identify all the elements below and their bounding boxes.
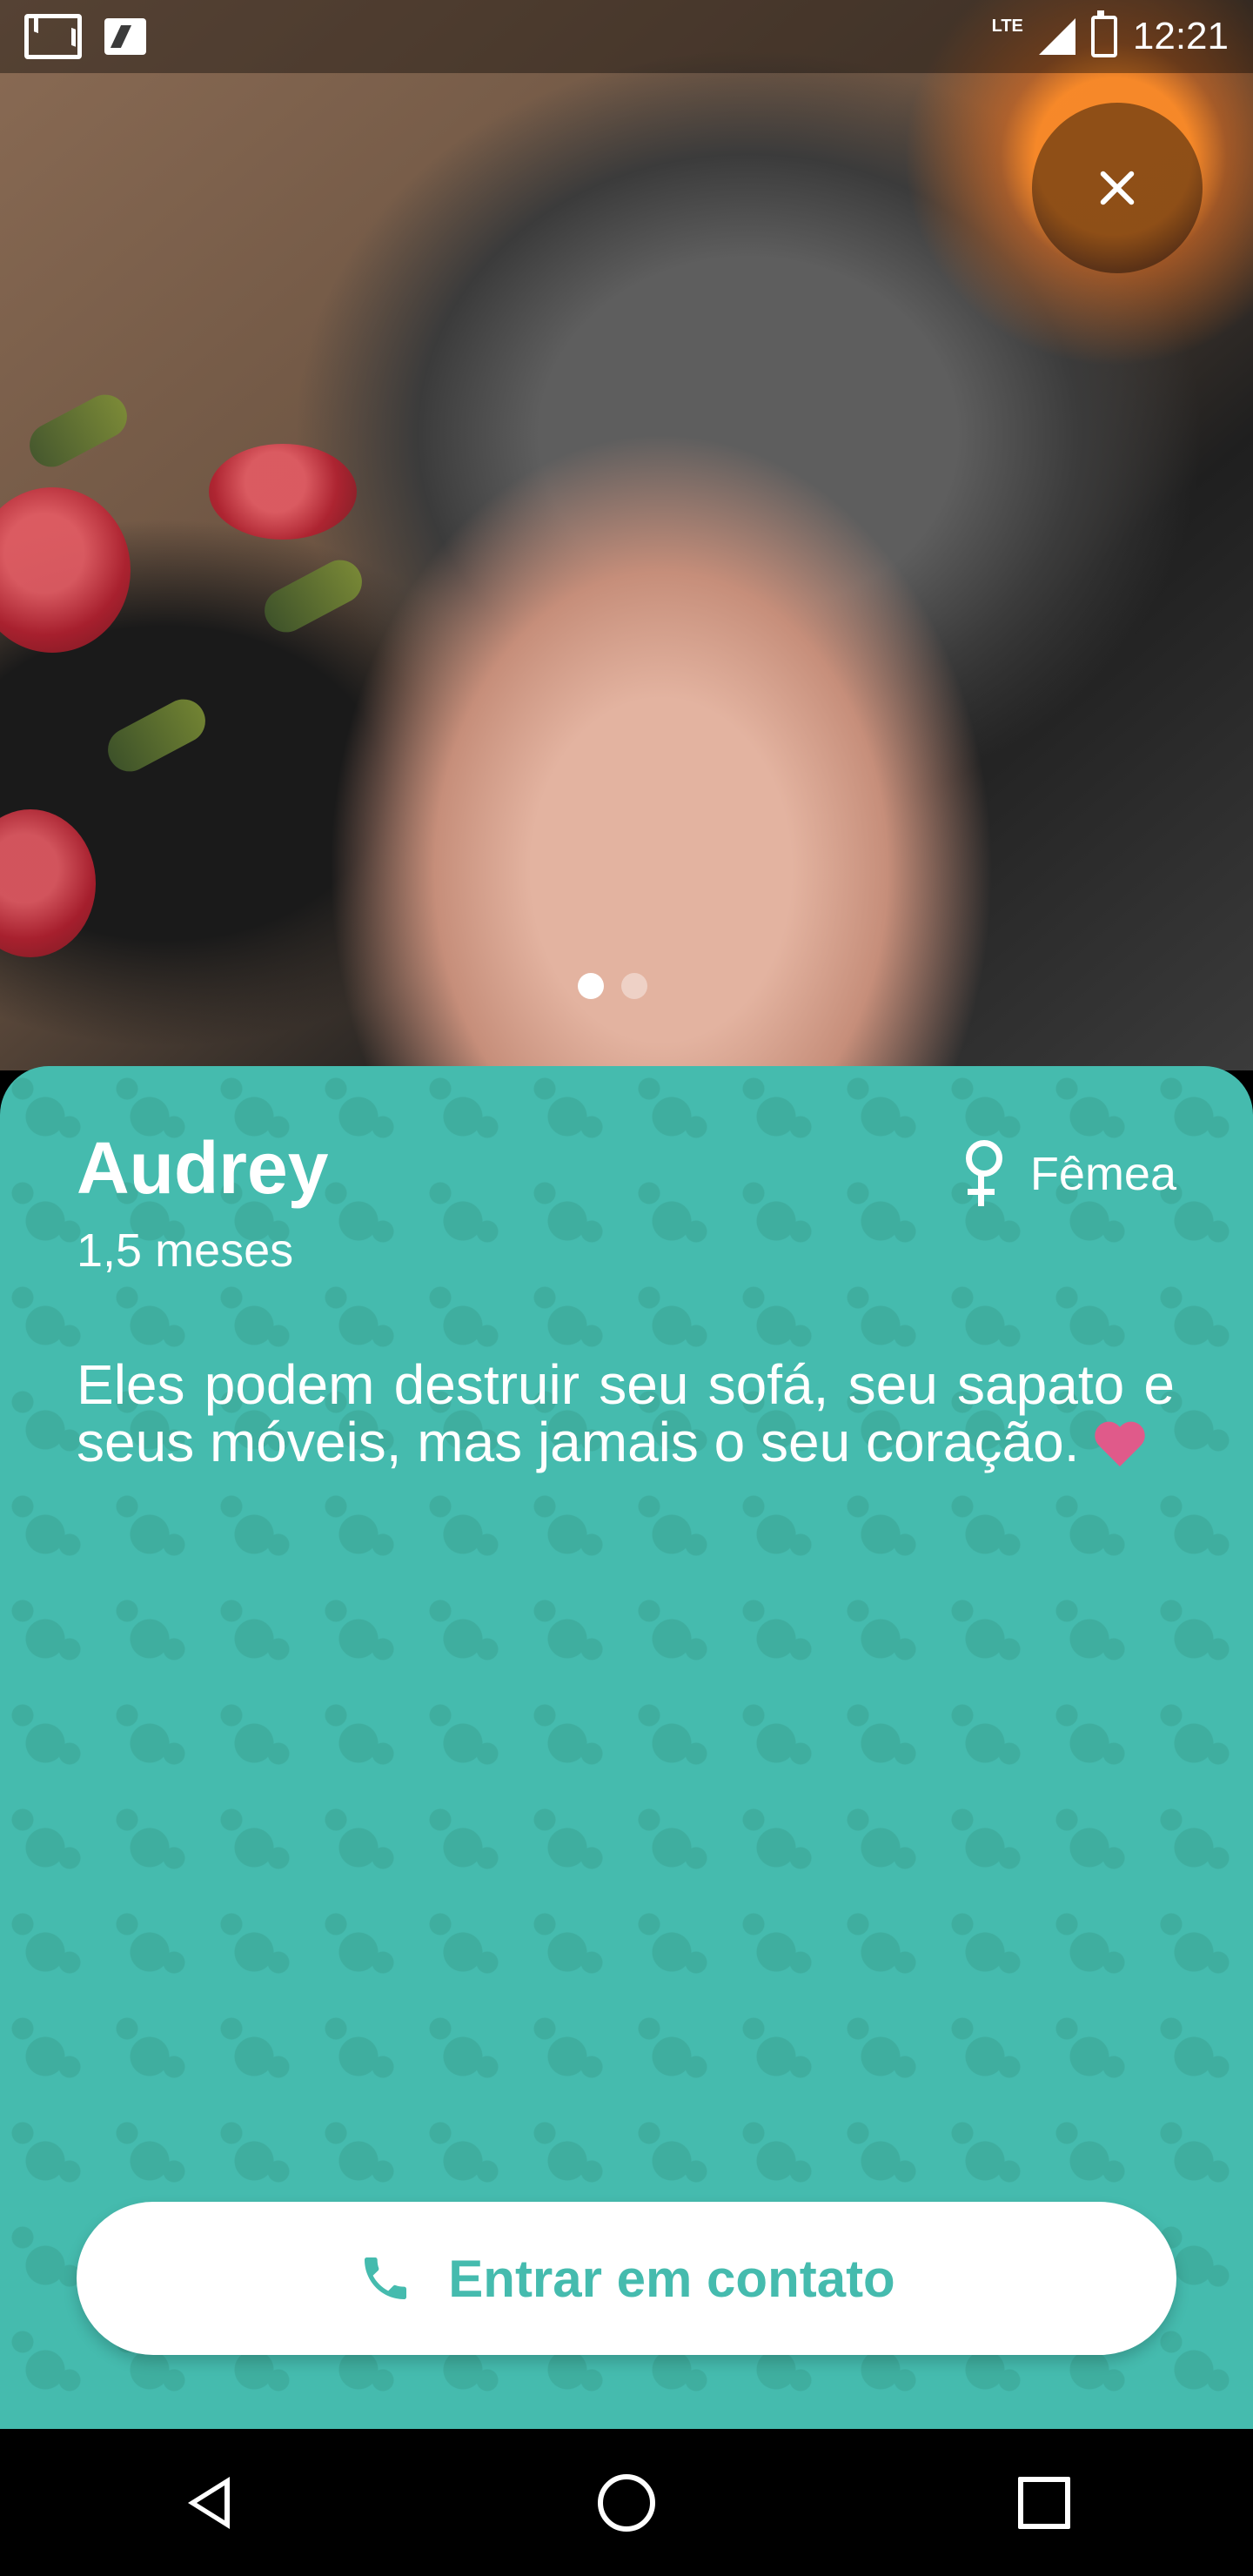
carousel-dot-active[interactable] — [578, 973, 604, 999]
carousel-indicator — [578, 973, 647, 999]
pet-name: Audrey — [77, 1127, 329, 1209]
pet-details-card: Audrey 1,5 meses Fêmea Eles podem destru… — [0, 1066, 1253, 2429]
pet-description: Eles podem destruir seu sofá, seu sapato… — [77, 1356, 1175, 1471]
status-time: 12:21 — [1132, 15, 1229, 57]
blanket-leaf — [22, 386, 135, 475]
pet-age: 1,5 meses — [77, 1224, 294, 1277]
signal-icon — [1038, 18, 1075, 55]
contact-button-label: Entrar em contato — [448, 2249, 895, 2308]
gender-label: Fêmea — [1029, 1148, 1176, 1200]
blanket-flower — [0, 487, 131, 653]
status-bar: LTE 12:21 — [0, 0, 1253, 73]
blanket-leaf — [100, 691, 213, 780]
recents-icon — [1018, 2476, 1070, 2529]
phone-icon — [365, 2257, 407, 2299]
battery-charging-icon — [1090, 10, 1117, 57]
blanket-flower — [209, 444, 357, 540]
network-type-label: LTE — [991, 16, 1023, 36]
blanket-leaf — [257, 552, 370, 641]
close-icon — [1095, 165, 1140, 211]
gender-indicator: Fêmea — [961, 1140, 1176, 1208]
carousel-dot[interactable] — [621, 973, 647, 999]
female-icon — [961, 1140, 1004, 1208]
close-button[interactable] — [1032, 103, 1203, 273]
navigation-bar — [0, 2429, 1253, 2576]
recents-button[interactable] — [992, 2451, 1096, 2555]
home-icon — [598, 2473, 655, 2532]
home-button[interactable] — [574, 2451, 679, 2555]
back-button[interactable] — [157, 2451, 261, 2555]
heart-icon — [1095, 1423, 1145, 1468]
notification-n-icon — [104, 18, 146, 55]
back-icon — [188, 2476, 230, 2529]
gmail-icon — [24, 14, 82, 59]
blanket-flower — [0, 809, 96, 957]
contact-button[interactable]: Entrar em contato — [77, 2202, 1176, 2355]
description-text: Eles podem destruir seu sofá, seu sapato… — [77, 1353, 1175, 1473]
